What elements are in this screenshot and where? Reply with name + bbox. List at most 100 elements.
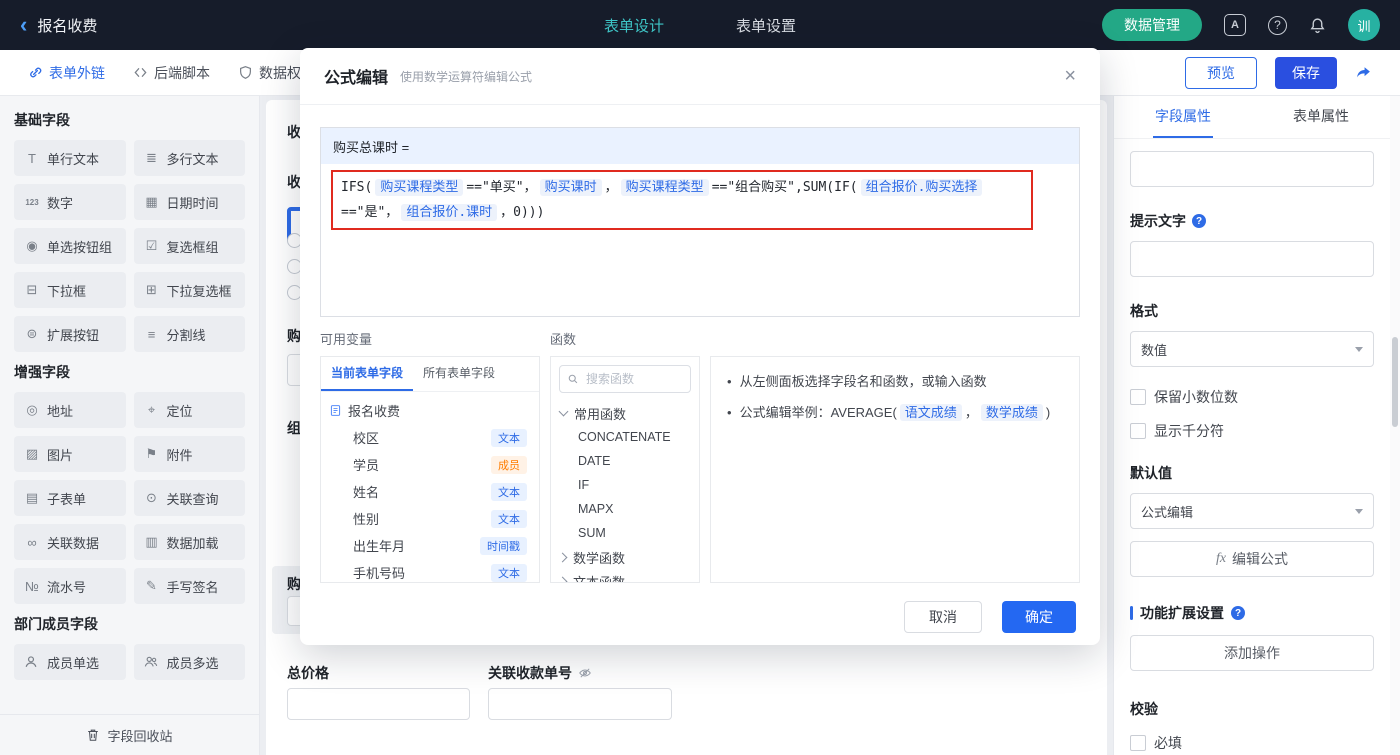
field-item-extend-button[interactable]: ⊜ 扩展按钮 [14, 316, 126, 352]
field-item-serial-number[interactable]: № 流水号 [14, 568, 126, 604]
field-item-divider[interactable]: ≡ 分割线 [133, 316, 245, 352]
checkbox-label: 保留小数位数 [1154, 389, 1238, 405]
back-icon[interactable]: ‹ [20, 14, 27, 36]
cancel-button[interactable]: 取消 [904, 601, 982, 633]
formula-field-chip[interactable]: 购买课程类型 [375, 179, 464, 196]
help-icon[interactable]: ? [1268, 15, 1287, 35]
preview-button[interactable]: 预览 [1185, 56, 1257, 89]
page-scrollbar[interactable] [1390, 96, 1400, 755]
edit-formula-button[interactable]: fx 编辑公式 [1130, 541, 1374, 577]
tab-form-settings[interactable]: 表单设置 [736, 15, 796, 36]
save-button[interactable]: 保存 [1275, 56, 1337, 89]
formula-field-chip[interactable]: 购买课时 [539, 179, 602, 196]
formula-text: =="是"， [341, 205, 399, 220]
checkbox-required[interactable]: 必填 [1130, 733, 1374, 753]
variable-row-birth[interactable]: 出生年月 时间戳 [329, 532, 531, 559]
formula-field-chip[interactable]: 购买课程类型 [620, 179, 709, 196]
tree-root-form[interactable]: 报名收费 [329, 397, 531, 424]
default-value-select[interactable]: 公式编辑 [1130, 493, 1374, 529]
formula-input-area[interactable]: IFS(购买课程类型 =="单买"， 购买课时，购买课程类型 =="组合购买",SUM… [321, 164, 1079, 236]
function-group-math[interactable]: 数学函数 [551, 545, 699, 569]
field-item-checkbox-group[interactable]: ☑ 复选框组 [133, 228, 245, 264]
tab-field-properties[interactable]: 字段属性 [1114, 96, 1252, 138]
variable-name: 手机号码 [353, 566, 406, 581]
variable-row-name[interactable]: 姓名 文本 [329, 478, 531, 505]
formula-text: =="组合购买",SUM(IF( [711, 180, 858, 195]
tab-label: 字段属性 [1153, 96, 1213, 138]
payment-no-input[interactable] [488, 688, 672, 720]
variables-panel: 当前表单字段 所有表单字段 报名收费 校区 文本 学员 成员 姓名 文本 性别 文本 出… [320, 356, 540, 583]
field-item-datetime[interactable]: ▦ 日期时间 [133, 184, 245, 220]
field-item-single-line-text[interactable]: T 单行文本 [14, 140, 126, 176]
field-item-number[interactable]: 123 数字 [14, 184, 126, 220]
formula-text: =="单买"， [466, 180, 537, 195]
field-title-input[interactable] [1130, 151, 1374, 187]
function-item-mapx[interactable]: MAPX [551, 497, 699, 521]
field-item-linked-query[interactable]: ⊙ 关联查询 [133, 480, 245, 516]
eye-off-icon [578, 666, 592, 680]
format-select[interactable]: 数值 [1130, 331, 1374, 367]
field-item-signature[interactable]: ✎ 手写签名 [133, 568, 245, 604]
field-item-linked-data[interactable]: ∞ 关联数据 [14, 524, 126, 560]
field-item-dropdown[interactable]: ⊟ 下拉框 [14, 272, 126, 308]
variable-row-phone[interactable]: 手机号码 文本 [329, 559, 531, 582]
field-recycle-bin[interactable]: 字段回收站 [0, 714, 259, 755]
tab-form-properties[interactable]: 表单属性 [1252, 96, 1390, 138]
total-price-label: 总价格 [287, 665, 329, 681]
field-item-radio-group[interactable]: ◉ 单选按钮组 [14, 228, 126, 264]
question-icon[interactable]: ? [1231, 606, 1245, 620]
translate-icon[interactable]: A [1224, 14, 1246, 36]
tab-current-form-fields[interactable]: 当前表单字段 [321, 357, 414, 391]
variable-type-tag: 文本 [491, 509, 527, 528]
formula-field-chip[interactable]: 组合报价.课时 [401, 204, 498, 221]
field-item-location[interactable]: ⌖ 定位 [133, 392, 245, 428]
function-group-text[interactable]: 文本函数 [551, 569, 699, 582]
checkbox-keep-decimals[interactable]: 保留小数位数 [1130, 387, 1374, 407]
field-item-attachment[interactable]: ⚑ 附件 [133, 436, 245, 472]
field-item-image[interactable]: ▨ 图片 [14, 436, 126, 472]
function-group-common[interactable]: 常用函数 [551, 401, 699, 425]
user-avatar[interactable]: 训 [1348, 9, 1380, 41]
bell-icon[interactable] [1309, 17, 1326, 34]
tab-form-design[interactable]: 表单设计 [604, 15, 664, 36]
function-item-if[interactable]: IF [551, 473, 699, 497]
field-item-address[interactable]: ◎ 地址 [14, 392, 126, 428]
formula-field-chip[interactable]: 组合报价.购买选择 [860, 179, 983, 196]
share-icon[interactable] [1355, 64, 1372, 81]
field-item-multi-line-text[interactable]: ≣ 多行文本 [133, 140, 245, 176]
question-icon[interactable]: ? [1192, 214, 1206, 228]
field-item-data-load[interactable]: ▥ 数据加载 [133, 524, 245, 560]
add-action-button[interactable]: 添加操作 [1130, 635, 1374, 671]
extend-button-icon: ⊜ [26, 326, 38, 341]
confirm-button[interactable]: 确定 [1002, 601, 1076, 633]
field-item-member-multi[interactable]: 成员多选 [133, 644, 245, 680]
hint-text-input[interactable] [1130, 241, 1374, 277]
close-icon[interactable]: × [1064, 66, 1076, 86]
field-item-member-single[interactable]: 成员单选 [14, 644, 126, 680]
formula-text: IFS( [341, 180, 373, 195]
field-item-subform[interactable]: ▤ 子表单 [14, 480, 126, 516]
total-price-input[interactable] [287, 688, 470, 720]
data-manage-button[interactable]: 数据管理 [1102, 9, 1202, 41]
scrollbar-thumb[interactable] [1392, 337, 1398, 427]
example-field-chip: 数学成绩 [980, 404, 1043, 421]
toolbar-item-data-permission[interactable]: 数据权 [238, 63, 301, 83]
formula-annotation-box: IFS(购买课程类型 =="单买"， 购买课时，购买课程类型 =="组合购买",SUM… [331, 170, 1033, 230]
field-label: 成员多选 [166, 655, 219, 671]
variable-row-student[interactable]: 学员 成员 [329, 451, 531, 478]
toolbar-item-backend-script[interactable]: 后端脚本 [133, 63, 210, 83]
function-item-sum[interactable]: SUM [551, 521, 699, 545]
variable-row-campus[interactable]: 校区 文本 [329, 424, 531, 451]
trash-icon [86, 728, 100, 742]
function-item-date[interactable]: DATE [551, 449, 699, 473]
toolbar-item-form-link[interactable]: 表单外链 [28, 63, 105, 83]
single-line-text-icon: T [28, 150, 36, 166]
function-search-box[interactable] [559, 365, 691, 393]
panel-labels: 可用变量 函数 [320, 329, 1080, 348]
function-item-concatenate[interactable]: CONCATENATE [551, 425, 699, 449]
function-search-input[interactable] [584, 371, 683, 387]
field-item-dropdown-multi[interactable]: ⊞ 下拉复选框 [133, 272, 245, 308]
tab-all-form-fields[interactable]: 所有表单字段 [413, 357, 505, 391]
checkbox-thousand-separator[interactable]: 显示千分符 [1130, 421, 1374, 441]
variable-row-gender[interactable]: 性别 文本 [329, 505, 531, 532]
